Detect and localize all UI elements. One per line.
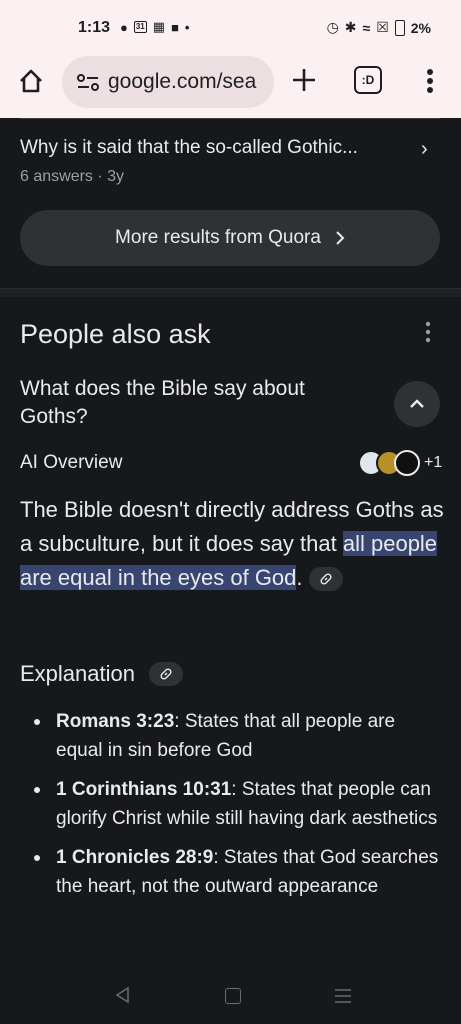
news-icon: ▦ bbox=[152, 19, 166, 34]
ai-overview-text: The Bible doesn't directly address Goths… bbox=[20, 493, 445, 595]
section-title: People also ask bbox=[20, 319, 211, 349]
divider bbox=[20, 118, 440, 119]
people-also-ask-section: People also ask What does the Bible say … bbox=[0, 297, 461, 1024]
list-item: Romans 3:23: States that all people are … bbox=[20, 707, 440, 765]
tab-switcher-label: :D bbox=[361, 73, 375, 87]
verse-reference: Romans 3:23 bbox=[56, 711, 175, 732]
chevron-right-icon[interactable]: › bbox=[421, 138, 428, 161]
source-favicon bbox=[394, 450, 420, 476]
plus-icon bbox=[293, 69, 315, 91]
verse-reference: 1 Corinthians 10:31 bbox=[56, 779, 232, 800]
quora-question-meta: 6 answers · 3y bbox=[20, 168, 125, 185]
source-link-button[interactable] bbox=[148, 662, 183, 686]
url-text: google.com/sea bbox=[108, 70, 257, 93]
ai-overview-label: AI Overview bbox=[20, 452, 123, 473]
more-notifications-dot-icon: • bbox=[184, 19, 190, 35]
explanation-heading: Explanation bbox=[20, 661, 183, 687]
calendar-icon: 31 bbox=[133, 21, 147, 33]
aol-icon: ■ bbox=[171, 19, 179, 35]
source-link-button[interactable] bbox=[308, 567, 343, 592]
new-tab-button[interactable] bbox=[286, 62, 322, 98]
home-nav-icon[interactable] bbox=[225, 988, 241, 1004]
more-results-button[interactable]: More results from Quora bbox=[20, 210, 440, 266]
notification-icons: ● 31 ▦ ■ • bbox=[120, 19, 189, 35]
site-settings-icon[interactable] bbox=[76, 72, 100, 92]
question-heading[interactable]: What does the Bible say about Goths? bbox=[20, 375, 360, 431]
status-bar: 1:13 ● 31 ▦ ■ • ◷ ✱ ≈ ☒ 2% bbox=[0, 0, 461, 50]
answer-suffix: . bbox=[296, 565, 303, 590]
chevron-right-icon bbox=[336, 231, 345, 245]
chevron-up-icon bbox=[410, 399, 424, 408]
alarm-icon: ◷ bbox=[326, 19, 339, 35]
verse-reference: 1 Chronicles 28:9 bbox=[56, 847, 214, 868]
system-navigation-bar bbox=[0, 964, 461, 1024]
snapchat-icon: ● bbox=[120, 19, 128, 35]
list-item: 1 Corinthians 10:31: States that people … bbox=[20, 775, 440, 833]
url-bar[interactable]: google.com/sea bbox=[62, 56, 274, 108]
explanation-list: Romans 3:23: States that all people are … bbox=[20, 707, 440, 911]
battery-icon bbox=[394, 19, 405, 36]
more-results-label: More results from Quora bbox=[115, 227, 321, 248]
overflow-menu-button[interactable] bbox=[418, 64, 442, 98]
back-icon[interactable] bbox=[114, 986, 130, 1004]
collapse-question-button[interactable] bbox=[394, 381, 440, 427]
source-favicons[interactable]: +1 bbox=[358, 450, 442, 478]
home-icon bbox=[20, 69, 42, 93]
link-icon bbox=[160, 668, 172, 680]
list-item: 1 Chronicles 28:9: States that God searc… bbox=[20, 843, 440, 901]
status-time: 1:13 bbox=[78, 19, 111, 36]
explanation-label: Explanation bbox=[20, 661, 135, 686]
system-icons: ◷ ✱ ≈ ☒ 2% bbox=[327, 19, 431, 36]
tab-switcher-button[interactable]: :D bbox=[354, 66, 382, 94]
quora-results-card: Why is it said that the so-called Gothic… bbox=[0, 118, 461, 288]
recents-icon[interactable] bbox=[334, 988, 352, 1004]
bluetooth-icon: ✱ bbox=[344, 19, 357, 35]
link-icon bbox=[320, 573, 332, 585]
wifi-icon: ≈ bbox=[362, 19, 371, 36]
nosim-icon: ☒ bbox=[376, 19, 389, 35]
home-button[interactable] bbox=[14, 64, 48, 98]
browser-toolbar: google.com/sea :D bbox=[0, 50, 461, 118]
battery-percent: 2% bbox=[410, 19, 431, 36]
more-vert-icon bbox=[425, 321, 431, 343]
more-sources-count: +1 bbox=[424, 454, 443, 471]
section-separator bbox=[0, 288, 461, 297]
more-vert-icon bbox=[427, 69, 433, 93]
quora-question-link[interactable]: Why is it said that the so-called Gothic… bbox=[20, 137, 358, 159]
section-options-button[interactable] bbox=[424, 321, 440, 345]
